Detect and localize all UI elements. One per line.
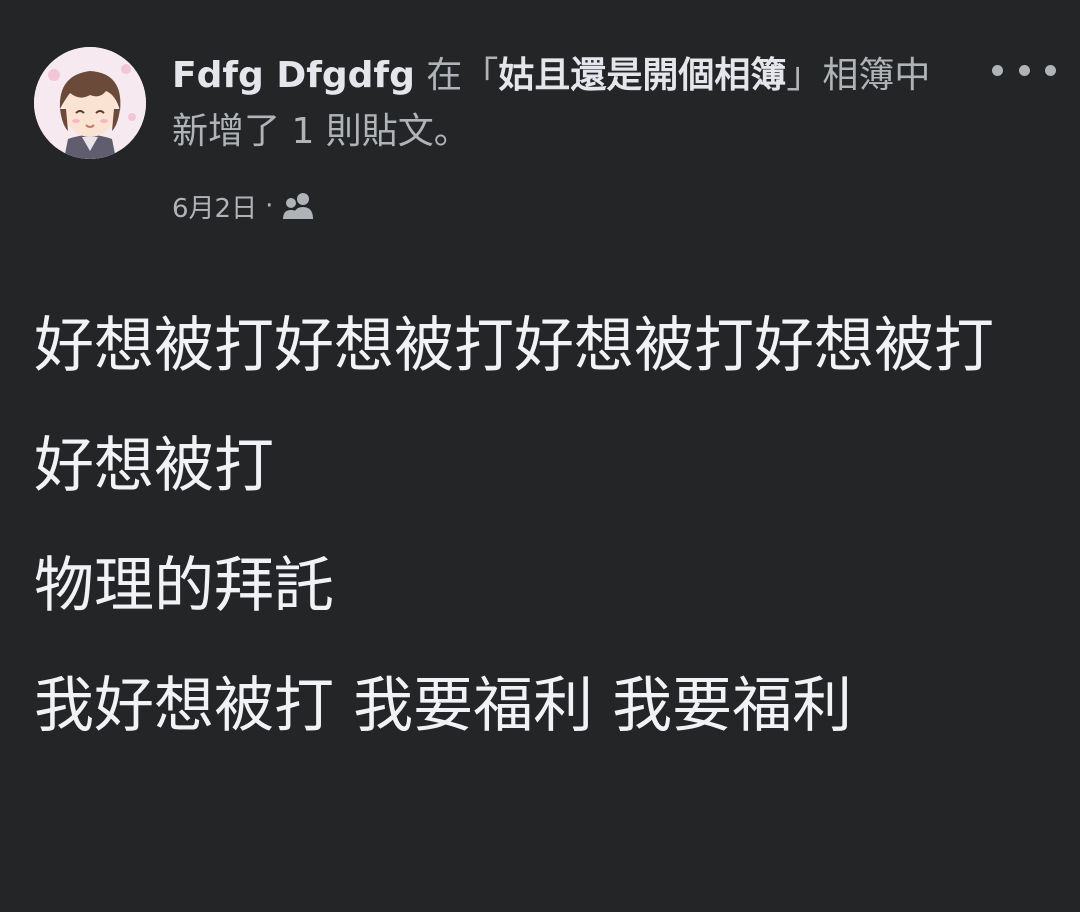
post-date-link[interactable]: 6月2日 — [172, 188, 257, 225]
author-avatar[interactable] — [34, 47, 146, 159]
post-meta: 6月2日 · — [172, 186, 317, 226]
more-horizontal-icon — [1018, 64, 1030, 76]
author-name-link[interactable]: Fdfg Dfgdfg — [172, 55, 415, 96]
post-body-line: 物理的拜託 — [34, 551, 334, 621]
more-horizontal-icon — [992, 64, 1003, 76]
album-name-link[interactable]: 姑且還是開個相簿 — [498, 55, 786, 96]
more-horizontal-icon — [1045, 64, 1056, 76]
meta-separator: · — [265, 191, 274, 221]
friends-icon[interactable] — [281, 191, 317, 221]
avatar-illustration — [34, 47, 146, 159]
post-header-text: Fdfg Dfgdfg 在「姑且還是開個相簿」相簿中新增了 1 則貼文。 — [172, 48, 962, 160]
post-body-line: 我好想被打 我要福利 我要福利 — [34, 671, 853, 741]
action-prefix-text: 在 — [426, 55, 463, 96]
post-body: 好想被打好想被打好想被打好想被打好想被打 物理的拜託 我好想被打 我要福利 我要… — [34, 286, 1044, 766]
quote-close-text: 」 — [786, 55, 823, 96]
more-options-button[interactable] — [992, 52, 1056, 88]
post-body-line: 好想被打好想被打好想被打好想被打好想被打 — [34, 311, 994, 501]
post-card: Fdfg Dfgdfg 在「姑且還是開個相簿」相簿中新增了 1 則貼文。 6月2… — [0, 0, 1080, 912]
quote-open-text: 「 — [462, 55, 499, 96]
